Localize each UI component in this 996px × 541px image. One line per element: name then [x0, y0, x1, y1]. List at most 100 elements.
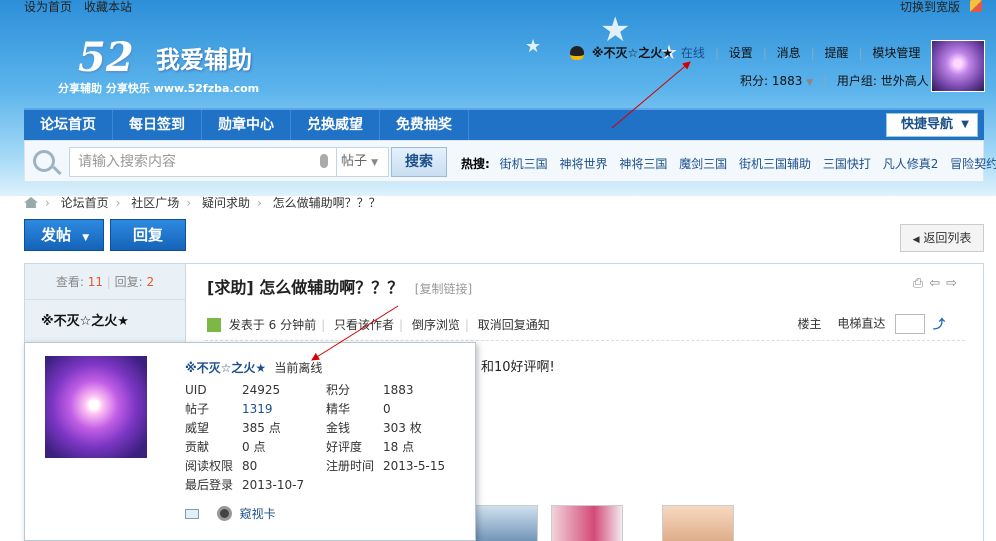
set-homepage-link[interactable]: 设为首页 [24, 0, 72, 14]
breadcrumb-item[interactable]: 社区广场 [131, 196, 179, 210]
thumbnail-image[interactable] [551, 505, 623, 541]
quick-nav-button[interactable]: 快捷导航 ▼ [886, 113, 978, 137]
only-author-link[interactable]: 只看该作者 [334, 318, 394, 332]
hot-search-link[interactable]: 街机三国辅助 [739, 157, 811, 171]
search-placeholder: 请输入搜索内容 [78, 154, 176, 170]
stat-value: 0 点 [242, 440, 266, 454]
floor-owner-label: 楼主 [797, 316, 822, 331]
logo-tagline: 分享辅助 分享快乐 www.52fzba.com [58, 82, 260, 95]
stat-label: 贡献 [185, 440, 210, 454]
post-meta: 发表于 6 分钟前 | 只看该作者 | 倒序浏览 | 取消回复通知 [207, 316, 550, 333]
microphone-icon[interactable] [320, 154, 328, 168]
hot-search-link[interactable]: 神将世界 [559, 157, 607, 171]
profile-row: UID 24925 积分 1883 [185, 381, 463, 400]
user-bar: ※不灭☆之火★ 在线| 设置| 消息| 提醒| 模块管理| 退出 [570, 44, 972, 61]
print-icon[interactable]: ⎙ [913, 276, 929, 291]
stat-value: 2013-10-7 [242, 478, 305, 492]
stat-label: 威望 [185, 421, 210, 435]
thread-tools: ⎙⇦⇨ [913, 276, 963, 291]
peep-card-link[interactable]: 窥视卡 [240, 507, 276, 521]
logo-name: 我爱辅助 [156, 46, 252, 74]
bookmark-link[interactable]: 收藏本站 [84, 0, 132, 14]
prev-thread-icon[interactable]: ⇦ [929, 276, 946, 291]
user-stats: 积分: 1883 ▼ | 用户组: 世外高人 [740, 74, 929, 88]
nav-free-lottery[interactable]: 免费抽奖 [380, 110, 469, 140]
next-thread-icon[interactable]: ⇨ [946, 276, 963, 291]
home-icon[interactable] [24, 197, 38, 208]
post-count-link[interactable]: 1319 [242, 400, 326, 419]
module-manage-link[interactable]: 模块管理 [872, 46, 920, 60]
online-status[interactable]: 在线 [681, 46, 705, 60]
hot-search-label: 热搜: [461, 157, 490, 171]
hot-search-link[interactable]: 街机三国 [500, 157, 548, 171]
breadcrumb-item[interactable]: 疑问求助 [202, 196, 250, 210]
hot-searches: 热搜: 街机三国 神将世界 神将三国 魔剑三国 街机三国辅助 三国快打 凡人修真… [461, 155, 996, 172]
vcard-icon[interactable] [185, 509, 199, 519]
replies-count: 2 [146, 275, 155, 289]
settings-link[interactable]: 设置 [729, 46, 753, 60]
nav-medal-center[interactable]: 勋章中心 [202, 110, 291, 140]
username-link[interactable]: ※不灭☆之火★ [592, 46, 673, 60]
points-link[interactable]: 积分: 1883 [740, 74, 802, 88]
nav-forum-home[interactable]: 论坛首页 [24, 110, 113, 140]
post-content: 和10好评啊! [481, 360, 555, 375]
thread-title-text: [求助] 怎么做辅助啊？？？ [207, 278, 404, 297]
search-type-select[interactable]: 帖子 ▼ [337, 147, 389, 177]
reverse-order-link[interactable]: 倒序浏览 [412, 318, 460, 332]
profile-row: 贡献 0 点 好评度 18 点 [185, 438, 463, 457]
chevron-left-icon: ◀ [912, 235, 920, 245]
style-icon[interactable] [970, 0, 982, 12]
switch-width-link[interactable]: 切换到宽版 [900, 0, 960, 14]
cancel-notify-link[interactable]: 取消回复通知 [478, 318, 550, 332]
back-to-list-label: 返回列表 [923, 231, 972, 245]
thread-stats: 查看: 11 | 回复: 2 [25, 264, 185, 300]
eye-icon [216, 506, 232, 521]
breadcrumb-current: 怎么做辅助啊？？？ [272, 196, 381, 210]
author-name[interactable]: ※不灭☆之火★ [25, 300, 185, 344]
copy-link[interactable]: [复制链接] [415, 282, 472, 296]
profile-avatar[interactable] [45, 356, 147, 458]
post-time: 发表于 6 分钟前 [228, 318, 317, 332]
new-post-button[interactable]: 发帖 ▼ [24, 219, 104, 251]
stat-label: UID [185, 383, 207, 397]
poster-icon [207, 318, 221, 332]
stat-label: 阅读权限 [185, 459, 234, 473]
site-logo[interactable]: 52 我爱辅助 分享辅助 分享快乐 www.52fzba.com [58, 32, 298, 96]
user-group-link[interactable]: 用户组: 世外高人 [837, 74, 929, 88]
user-avatar[interactable] [931, 40, 985, 92]
nav-daily-signin[interactable]: 每日签到 [113, 110, 202, 140]
nav-exchange-prestige[interactable]: 兑换威望 [291, 110, 380, 140]
new-post-label: 发帖 [41, 226, 72, 244]
stat-label: 注册时间 [326, 459, 375, 473]
qq-icon [570, 46, 584, 60]
chevron-down-icon: ▼ [82, 233, 90, 243]
hot-search-link[interactable]: 凡人修真2 [883, 157, 939, 171]
elevator-label: 电梯直达 [837, 316, 886, 331]
profile-name-link[interactable]: ※不灭☆之火★ [185, 361, 266, 375]
search-button[interactable]: 搜索 [391, 147, 447, 177]
messages-link[interactable]: 消息 [777, 46, 801, 60]
search-type-label: 帖子 [341, 154, 368, 169]
search-input[interactable]: 请输入搜索内容 [69, 147, 337, 177]
hot-search-link[interactable]: 魔剑三国 [679, 157, 727, 171]
stat-label: 帖子 [185, 402, 210, 416]
go-floor-icon[interactable]: ⤴ [933, 315, 947, 331]
reply-button[interactable]: 回复 [110, 219, 186, 251]
hot-search-link[interactable]: 神将三国 [619, 157, 667, 171]
stat-value: 80 [242, 459, 258, 473]
hot-search-link[interactable]: 冒险契约 [950, 157, 996, 171]
profile-name: ※不灭☆之火★ 当前离线 [185, 359, 322, 376]
thread-title: [求助] 怎么做辅助啊？？？ [复制链接] [207, 274, 472, 298]
floor-input[interactable] [895, 314, 926, 334]
stat-value: 2013-5-15 [383, 459, 446, 473]
profile-row: 阅读权限 80 注册时间 2013-5-15 [185, 457, 463, 476]
thumbnail-image[interactable] [662, 505, 734, 541]
breadcrumb-item[interactable]: 论坛首页 [61, 196, 109, 210]
back-to-list-button[interactable]: ◀ 返回列表 [900, 224, 984, 252]
reminders-link[interactable]: 提醒 [825, 46, 849, 60]
thumbnail-image[interactable] [466, 505, 538, 541]
hot-search-link[interactable]: 三国快打 [823, 157, 871, 171]
breadcrumb: › 论坛首页 › 社区广场 › 疑问求助 › 怎么做辅助啊？？？ [24, 194, 381, 211]
chevron-down-icon[interactable]: ▼ [806, 78, 813, 88]
profile-stats: UID 24925 积分 1883 帖子 1319 精华 0 威望 385 点金钱 303 枚 … [185, 381, 463, 495]
